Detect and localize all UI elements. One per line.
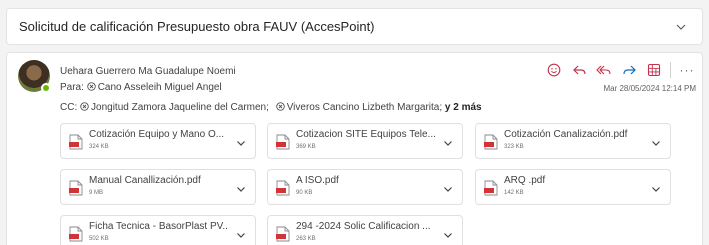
attachment-size: 502 KB (89, 236, 109, 242)
cc-label: CC: (60, 102, 78, 113)
attachment-card[interactable]: A ISO.pdf 90 KB (267, 169, 463, 205)
email-subject: Solicitud de calificación Presupuesto ob… (19, 19, 375, 34)
attachment-card[interactable]: Manual Canallización.pdf 9 MB (60, 169, 256, 205)
cc-more-link[interactable]: y 2 más (445, 102, 482, 113)
recipient-remove-icon (80, 102, 89, 111)
message-datetime: Mar 28/05/2024 12:14 PM (603, 84, 696, 93)
attachment-size: 263 KB (296, 236, 316, 242)
pdf-file-icon (276, 180, 290, 196)
message-toolbar: ··· (545, 60, 696, 80)
attachment-name: Cotización Canalización.pdf (504, 129, 628, 140)
attachment-size: 369 KB (296, 144, 316, 150)
attachment-name: Cotización Equipo y Mano O... (89, 129, 225, 140)
emoji-button[interactable] (545, 61, 563, 79)
forward-icon (622, 65, 636, 75)
attachment-size: 90 KB (296, 190, 313, 196)
attachment-card[interactable]: Cotizacion SITE Equipos Tele... 369 KB (267, 123, 463, 159)
pdf-file-icon (276, 226, 290, 242)
pdf-file-icon (69, 180, 83, 196)
recipient-remove-icon (276, 102, 285, 111)
chevron-down-icon[interactable] (235, 137, 247, 149)
sender-name[interactable]: Uehara Guerrero Ma Guadalupe Noemi (60, 66, 236, 77)
recipient-to[interactable]: Cano Asseleih Miguel Angel (98, 82, 222, 93)
chevron-down-icon[interactable] (442, 229, 454, 241)
attachment-card[interactable]: ARQ .pdf 142 KB (475, 169, 671, 205)
attachment-size: 142 KB (504, 190, 524, 196)
attachment-name: 294 -2024 Solic Calificacion ... (296, 221, 431, 232)
pdf-file-icon (484, 180, 498, 196)
apps-button[interactable] (645, 61, 663, 79)
attachment-size: 324 KB (89, 144, 109, 150)
attachment-card[interactable]: Ficha Tecnica - BasorPlast PV... 502 KB (60, 215, 256, 245)
attachment-name: Cotizacion SITE Equipos Tele... (296, 129, 436, 140)
attachment-card[interactable]: 294 -2024 Solic Calificacion ... 263 KB (267, 215, 463, 245)
cc-line: CC: Jongitud Zamora Jaqueline del Carmen… (60, 102, 482, 113)
attachment-size: 323 KB (504, 144, 524, 150)
attachment-name: Manual Canallización.pdf (89, 175, 201, 186)
chevron-down-icon[interactable] (235, 229, 247, 241)
apps-icon (647, 63, 661, 77)
attachment-name: A ISO.pdf (296, 175, 339, 186)
chevron-down-icon[interactable] (442, 183, 454, 195)
chevron-down-icon[interactable] (235, 183, 247, 195)
chevron-down-icon[interactable] (442, 137, 454, 149)
recipient-cc[interactable]: Jongitud Zamora Jaqueline del Carmen; (91, 102, 269, 113)
chevron-down-icon[interactable] (650, 137, 662, 149)
chevron-down-icon[interactable] (650, 183, 662, 195)
forward-button[interactable] (620, 61, 638, 79)
reply-all-icon (596, 65, 611, 75)
reply-all-button[interactable] (595, 61, 613, 79)
to-label: Para: (60, 82, 84, 93)
to-line: Para: Cano Asseleih Miguel Angel (60, 82, 222, 93)
attachment-card[interactable]: Cotización Equipo y Mano O... 324 KB (60, 123, 256, 159)
attachment-size: 9 MB (89, 190, 104, 196)
emoji-icon (547, 63, 561, 77)
pdf-file-icon (484, 134, 498, 150)
presence-available-icon (41, 83, 51, 93)
message-card: Uehara Guerrero Ma Guadalupe Noemi Para:… (6, 52, 703, 245)
attachment-card[interactable]: Cotización Canalización.pdf 323 KB (475, 123, 671, 159)
subject-bar[interactable]: Solicitud de calificación Presupuesto ob… (6, 8, 703, 45)
more-actions-button[interactable]: ··· (678, 61, 696, 79)
chevron-down-icon[interactable] (674, 20, 688, 34)
reply-icon (572, 65, 586, 75)
toolbar-divider (670, 62, 671, 78)
attachment-name: Ficha Tecnica - BasorPlast PV... (89, 221, 229, 232)
recipient-cc[interactable]: Viveros Cancino Lizbeth Margarita; (287, 102, 442, 113)
recipient-remove-icon (87, 82, 96, 91)
reply-button[interactable] (570, 61, 588, 79)
pdf-file-icon (276, 134, 290, 150)
pdf-file-icon (69, 134, 83, 150)
attachment-name: ARQ .pdf (504, 175, 546, 186)
pdf-file-icon (69, 226, 83, 242)
